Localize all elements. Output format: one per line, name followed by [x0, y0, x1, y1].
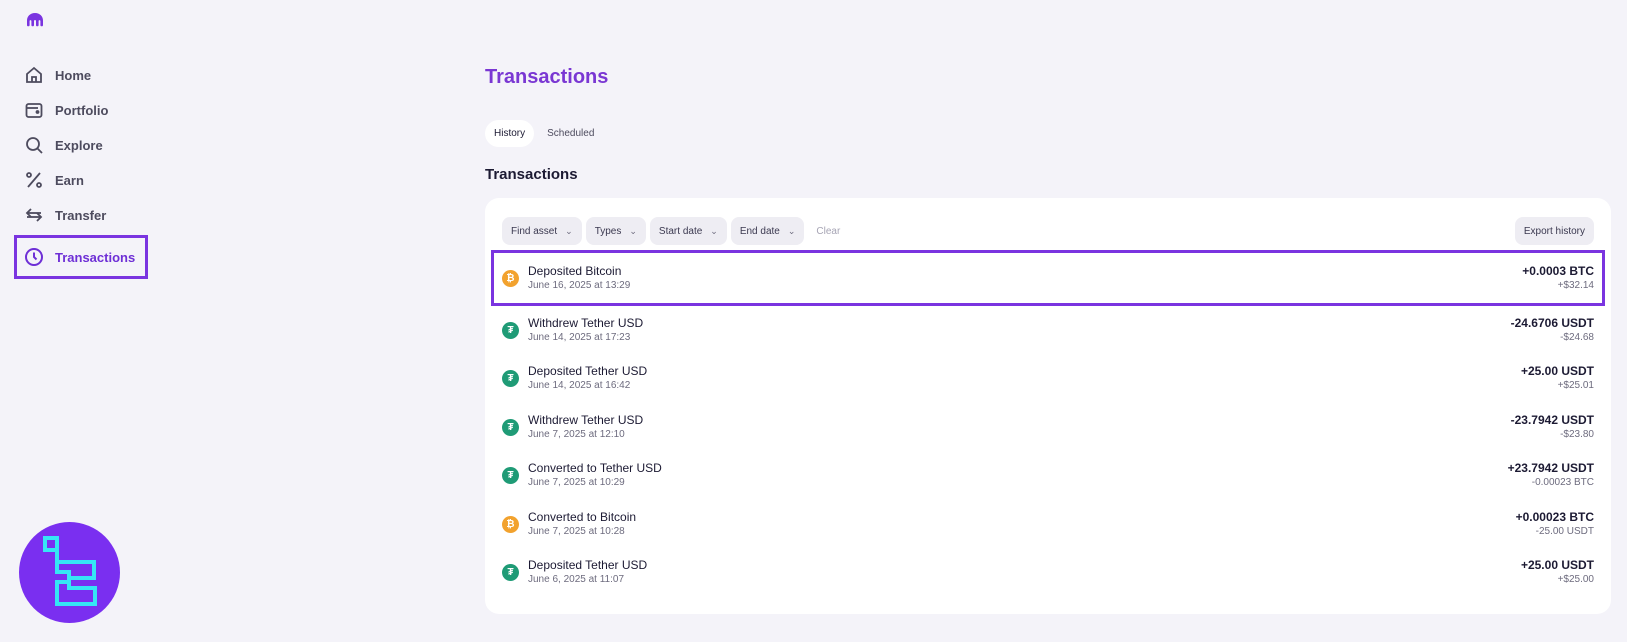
- transaction-title: Deposited Bitcoin: [528, 263, 622, 278]
- transaction-value: +$32.14: [1557, 279, 1594, 291]
- transaction-value: +$25.01: [1557, 380, 1594, 392]
- transaction-title: Deposited Tether USD: [528, 364, 648, 379]
- tether-icon: ₮: [502, 467, 519, 485]
- table-row[interactable]: ₮ Withdrew Tether USD June 14, 2025 at 1…: [491, 306, 1605, 355]
- transactions-card: Find asset ⌄ Types ⌄ Start date ⌄ End da…: [485, 198, 1611, 614]
- search-icon: [26, 137, 43, 154]
- filter-bar: Find asset ⌄ Types ⌄ Start date ⌄ End da…: [502, 217, 1594, 245]
- sidebar-item-earn[interactable]: Earn: [14, 163, 148, 197]
- table-row[interactable]: ₿ Deposited Bitcoin June 16, 2025 at 13:…: [491, 250, 1605, 306]
- types-label: Types: [594, 225, 622, 237]
- chevron-down-icon: ⌄: [565, 225, 573, 236]
- chevron-down-icon: ⌄: [710, 225, 718, 236]
- tether-icon: ₮: [502, 321, 519, 339]
- transaction-title: Withdrew Tether USD: [528, 412, 644, 427]
- transaction-tabs: History Scheduled: [485, 120, 603, 147]
- tether-icon: ₮: [502, 370, 519, 388]
- end-date-filter[interactable]: End date ⌄: [730, 217, 805, 245]
- transaction-amount: +25.00 USDT: [1520, 558, 1594, 573]
- sidebar-item-label: Transactions: [55, 249, 136, 265]
- transaction-amount: -23.7942 USDT: [1510, 412, 1594, 427]
- find-asset-filter[interactable]: Find asset ⌄: [502, 217, 582, 245]
- sidebar-nav: Home Portfolio Explore Earn Transfer Tra…: [14, 58, 148, 280]
- transfer-icon: [25, 208, 43, 222]
- transaction-title: Deposited Tether USD: [528, 558, 648, 573]
- table-row[interactable]: ₮ Withdrew Tether USD June 7, 2025 at 12…: [491, 403, 1605, 452]
- sidebar-item-label: Explore: [55, 137, 103, 153]
- sidebar-item-home[interactable]: Home: [14, 58, 148, 92]
- chevron-down-icon: ⌄: [787, 225, 796, 236]
- sidebar-item-label: Home: [55, 67, 92, 83]
- sidebar-item-transfer[interactable]: Transfer: [14, 198, 148, 232]
- transaction-amount: +23.7942 USDT: [1507, 461, 1594, 476]
- tab-scheduled[interactable]: Scheduled: [538, 120, 603, 147]
- bitcoin-icon: ₿: [502, 515, 519, 533]
- table-row[interactable]: ₿ Converted to Bitcoin June 7, 2025 at 1…: [491, 500, 1605, 549]
- transaction-amount: +0.00023 BTC: [1515, 509, 1594, 524]
- wallet-icon: [25, 103, 43, 118]
- transaction-date: June 7, 2025 at 12:10: [528, 428, 625, 440]
- kraken-logo[interactable]: [26, 12, 44, 28]
- tab-history[interactable]: History: [485, 120, 535, 147]
- sidebar-item-portfolio[interactable]: Portfolio: [14, 93, 148, 127]
- tether-icon: ₮: [502, 564, 519, 582]
- transaction-amount: +25.00 USDT: [1520, 364, 1594, 379]
- tether-icon: ₮: [502, 418, 519, 436]
- transaction-date: June 7, 2025 at 10:28: [528, 525, 625, 537]
- start-date-filter[interactable]: Start date ⌄: [649, 217, 727, 245]
- transaction-date: June 6, 2025 at 11:07: [528, 574, 625, 586]
- table-row[interactable]: ₮ Deposited Tether USD June 14, 2025 at …: [491, 355, 1605, 404]
- transaction-title: Converted to Bitcoin: [528, 509, 637, 524]
- transaction-date: June 7, 2025 at 10:29: [528, 477, 625, 489]
- chevron-down-icon: ⌄: [629, 225, 637, 236]
- transaction-value: -25.00 USDT: [1535, 525, 1594, 537]
- transaction-date: June 14, 2025 at 16:42: [528, 380, 631, 392]
- table-row[interactable]: ₮ Converted to Tether USD June 7, 2025 a…: [491, 452, 1605, 501]
- sidebar-item-label: Earn: [55, 172, 84, 188]
- types-filter[interactable]: Types ⌄: [585, 217, 646, 245]
- section-title: Transactions: [485, 166, 578, 183]
- transaction-value: -0.00023 BTC: [1531, 477, 1594, 489]
- sidebar-item-explore[interactable]: Explore: [14, 128, 148, 162]
- percent-icon: [26, 172, 42, 188]
- start-date-label: Start date: [658, 225, 703, 237]
- transaction-value: -$24.68: [1560, 331, 1594, 343]
- sidebar-item-transactions[interactable]: Transactions: [14, 235, 148, 279]
- find-asset-label: Find asset: [511, 225, 558, 237]
- transaction-title: Withdrew Tether USD: [528, 315, 644, 330]
- transaction-title: Converted to Tether USD: [528, 461, 662, 476]
- transaction-list: ₿ Deposited Bitcoin June 16, 2025 at 13:…: [491, 250, 1605, 597]
- transaction-amount: -24.6706 USDT: [1510, 315, 1594, 330]
- sidebar-item-label: Portfolio: [55, 102, 109, 118]
- export-history-button[interactable]: Export history: [1514, 217, 1594, 245]
- sidebar-item-label: Transfer: [55, 207, 107, 223]
- brand-badge-logo: [19, 522, 120, 623]
- transaction-value: -$23.80: [1560, 428, 1594, 440]
- transaction-amount: +0.0003 BTC: [1522, 263, 1594, 278]
- table-row[interactable]: ₮ Deposited Tether USD June 6, 2025 at 1…: [491, 549, 1605, 598]
- clock-icon: [25, 248, 43, 266]
- page-title: Transactions: [485, 66, 609, 88]
- bitcoin-icon: ₿: [502, 269, 519, 287]
- end-date-label: End date: [739, 225, 780, 237]
- clear-filters-button[interactable]: Clear: [816, 226, 840, 237]
- transaction-date: June 14, 2025 at 17:23: [528, 331, 631, 343]
- transaction-date: June 16, 2025 at 13:29: [528, 279, 631, 291]
- transaction-value: +$25.00: [1557, 574, 1594, 586]
- home-icon: [26, 66, 42, 83]
